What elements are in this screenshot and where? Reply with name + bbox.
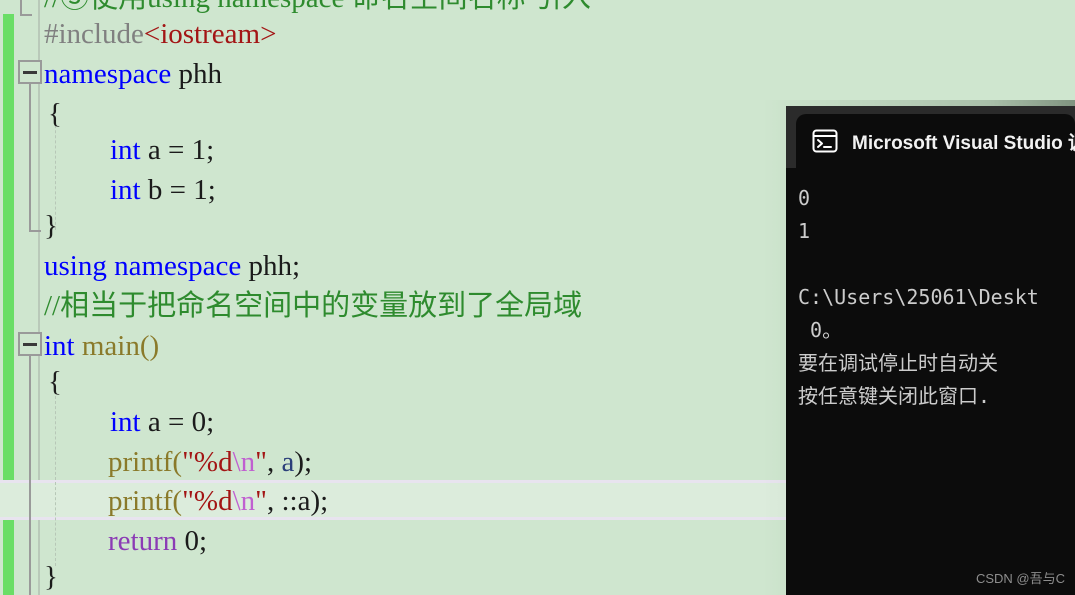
decl-a-0: int a = 0; — [110, 402, 214, 442]
keyword-int-main: int — [44, 330, 75, 362]
printf-call-2: printf("%d\n", ::a); — [108, 481, 328, 521]
string-close-1: " — [255, 446, 267, 478]
arg-separator-2: , — [267, 485, 282, 517]
console-output-line-2: 1 — [798, 219, 811, 243]
return-value: 0; — [177, 525, 208, 557]
console-title-text: Microsoft Visual Studio 调试 — [852, 132, 1075, 154]
brace-open-namespace: { — [48, 98, 62, 130]
console-output-line-5: 0。 — [798, 318, 843, 342]
console-window[interactable]: Microsoft Visual Studio 调试 0 1 C:\Users\… — [786, 106, 1075, 595]
using-target: phh; — [241, 250, 301, 282]
brace-open-main: { — [48, 366, 62, 398]
preprocessor-directive: #include — [44, 18, 144, 50]
decl-b-1-rest: b = 1; — [140, 174, 216, 206]
arg-separator-1: , — [267, 446, 282, 478]
console-output-line-4: C:\Users\25061\Deskt — [798, 285, 1039, 309]
decl-b-1: int b = 1; — [110, 170, 216, 210]
keyword-return: return — [108, 525, 178, 557]
paren-close-1: ); — [294, 446, 313, 478]
decl-a-0-rest: a = 0; — [140, 406, 215, 438]
code-line-3: namespace phh — [0, 54, 1075, 94]
using-directive-line: using namespace phh; — [44, 246, 300, 286]
format-string-2: "%d — [182, 485, 233, 517]
csdn-watermark: CSDN @吾与C — [975, 571, 1065, 586]
console-output-line-6: 要在调试停止时自动关 — [798, 351, 998, 375]
keyword-int-2: int — [110, 174, 141, 206]
function-printf-2: printf( — [108, 485, 183, 517]
argument-global-a: ::a — [281, 485, 311, 517]
argument-a: a — [281, 446, 295, 478]
console-output-line-1: 0 — [798, 186, 811, 210]
main-signature-line: int main() — [44, 326, 159, 366]
console-title-content: Microsoft Visual Studio 调试 — [796, 114, 1075, 168]
escape-newline-2: \n — [232, 485, 256, 517]
namespace-decl-line: namespace phh — [44, 54, 222, 94]
cmd-prompt-icon — [812, 129, 838, 153]
keyword-int-3: int — [110, 406, 141, 438]
return-statement: return 0; — [108, 521, 207, 561]
brace-close-main: } — [44, 561, 58, 593]
function-name-main: main() — [74, 330, 160, 362]
screenshot-root: //③使用using namespace 命名空间名称 引入 #include<… — [0, 0, 1075, 595]
console-output: 0 1 C:\Users\25061\Deskt 0。 要在调试停止时自动关 按… — [786, 168, 1075, 595]
format-string-1: "%d — [182, 446, 233, 478]
decl-a-1-rest: a = 1; — [140, 134, 215, 166]
console-output-line-7: 按任意键关闭此窗口. — [798, 384, 991, 408]
include-header: <iostream> — [143, 18, 277, 50]
decl-a-1: int a = 1; — [110, 130, 214, 170]
include-line: #include<iostream> — [44, 14, 276, 54]
printf-call-1: printf("%d\n", a); — [108, 442, 312, 482]
string-close-2: " — [255, 485, 267, 517]
namespace-identifier: phh — [171, 58, 222, 90]
escape-newline-1: \n — [232, 446, 256, 478]
paren-close-2: ); — [310, 485, 329, 517]
function-printf-1: printf( — [108, 446, 183, 478]
keyword-namespace: namespace — [44, 58, 172, 90]
code-line-2: #include<iostream> — [0, 14, 1075, 54]
comment-global-scope: //相当于把命名空间中的变量放到了全局域 — [44, 290, 583, 322]
brace-close-namespace: } — [44, 210, 58, 242]
keyword-using-namespace: using namespace — [44, 250, 242, 282]
keyword-int-1: int — [110, 134, 141, 166]
